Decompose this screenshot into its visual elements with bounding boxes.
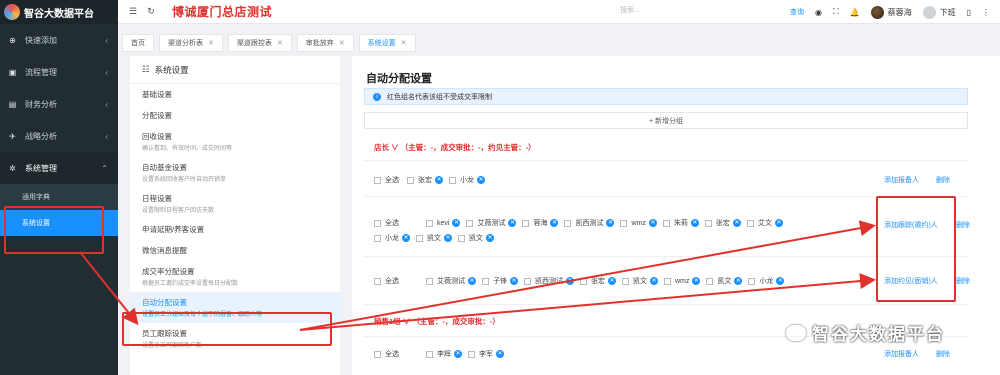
watermark: 智谷大数据平台 — [786, 320, 945, 345]
annotation-arrows — [79, 220, 876, 331]
arrow-line — [79, 251, 139, 326]
watermark-text: 智谷大数据平台 — [812, 325, 945, 344]
wechat-icon — [786, 324, 806, 341]
arrow-line — [299, 220, 876, 331]
